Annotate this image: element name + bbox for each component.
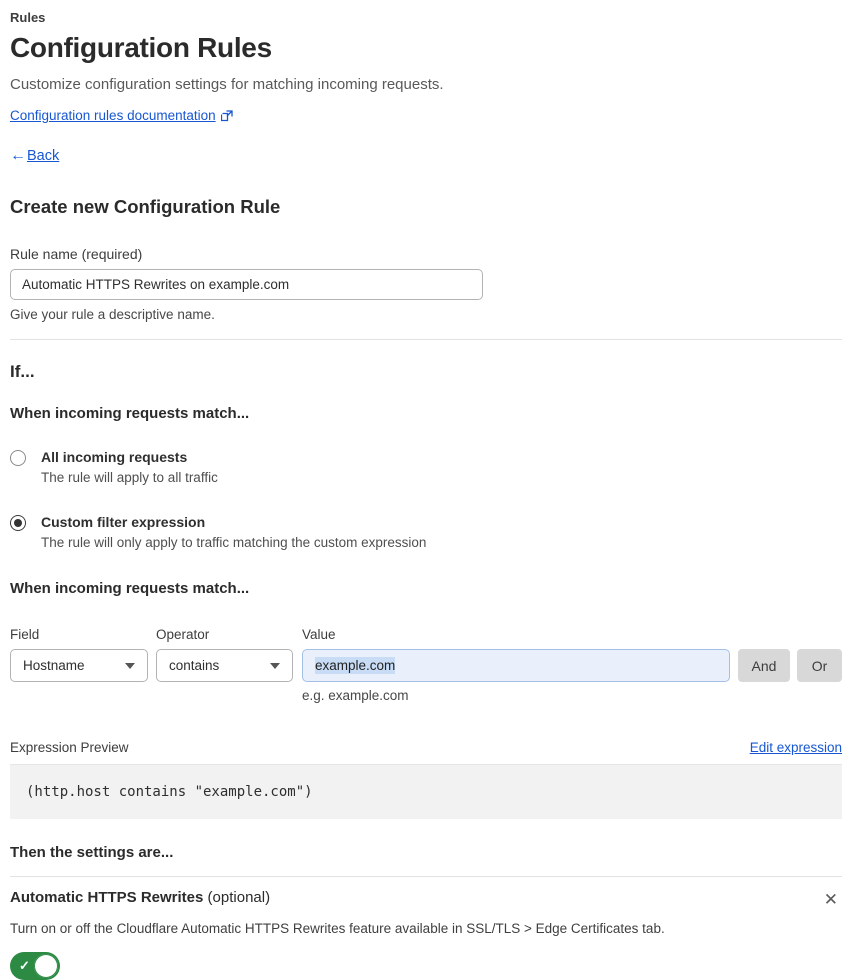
back-link-label: Back [27, 148, 60, 164]
chevron-down-icon [125, 662, 135, 669]
field-select[interactable]: Hostname [10, 649, 148, 682]
rule-name-input[interactable] [10, 269, 483, 300]
setting-title-name: Automatic HTTPS Rewrites [10, 889, 204, 906]
operator-column-label: Operator [156, 627, 210, 642]
then-heading: Then the settings are... [10, 844, 174, 861]
chevron-down-icon [270, 662, 280, 669]
documentation-row: Configuration rules documentation [10, 108, 842, 123]
operator-select[interactable]: contains [156, 649, 293, 682]
value-input[interactable]: example.com [302, 649, 730, 682]
back-arrow-icon: ← [10, 147, 26, 164]
close-icon[interactable]: ✕ [820, 889, 842, 910]
radio-unselected-icon[interactable] [10, 450, 26, 466]
expression-preview-code: (http.host contains "example.com") [10, 764, 842, 819]
documentation-link[interactable]: Configuration rules documentation [10, 108, 216, 123]
expression-builder-heading: When incoming requests match... [10, 580, 250, 597]
operator-select-value: contains [169, 658, 220, 673]
setting-description: Turn on or off the Cloudflare Automatic … [10, 921, 665, 936]
setting-divider [10, 876, 842, 877]
page-description: Customize configuration settings for mat… [10, 76, 444, 93]
radio-option-label: Custom filter expression [41, 514, 206, 530]
setting-title: Automatic HTTPS Rewrites (optional) [10, 889, 270, 906]
radio-option-custom-filter[interactable]: Custom filter expression The rule will o… [10, 514, 842, 550]
and-button[interactable]: And [738, 649, 790, 682]
create-rule-heading: Create new Configuration Rule [10, 196, 281, 217]
field-select-value: Hostname [23, 658, 85, 673]
rule-name-label: Rule name (required) [10, 246, 143, 262]
if-heading: If... [10, 362, 35, 381]
match-heading: When incoming requests match... [10, 405, 250, 422]
field-column-label: Field [10, 627, 40, 642]
radio-option-description: The rule will apply to all traffic [41, 470, 218, 485]
back-link[interactable]: ← Back [10, 147, 842, 165]
breadcrumb: Rules [10, 10, 46, 25]
radio-option-texts: Custom filter expression The rule will o… [41, 514, 426, 550]
radio-option-texts: All incoming requests The rule will appl… [41, 449, 218, 485]
builder-column-labels: Field Operator Value [10, 627, 842, 642]
configuration-rules-page: Rules Configuration Rules Customize conf… [0, 0, 852, 980]
edit-expression-link[interactable]: Edit expression [750, 740, 842, 755]
value-input-text: example.com [315, 657, 396, 674]
expression-preview-label: Expression Preview [10, 740, 129, 755]
expression-preview-header: Expression Preview Edit expression [10, 740, 842, 755]
external-link-icon [220, 109, 233, 122]
or-button[interactable]: Or [797, 649, 842, 682]
page-title: Configuration Rules [10, 32, 272, 63]
setting-optional-suffix: (optional) [203, 889, 271, 906]
radio-option-all-requests[interactable]: All incoming requests The rule will appl… [10, 449, 842, 485]
value-column-label: Value [302, 627, 336, 642]
rule-name-helper: Give your rule a descriptive name. [10, 307, 215, 322]
section-divider [10, 339, 842, 340]
value-helper: e.g. example.com [302, 688, 409, 703]
setting-header: Automatic HTTPS Rewrites (optional) ✕ [10, 889, 842, 910]
radio-option-label: All incoming requests [41, 449, 188, 465]
automatic-https-rewrites-toggle[interactable]: ✓ [10, 952, 60, 980]
radio-selected-icon[interactable] [10, 515, 26, 531]
radio-option-description: The rule will only apply to traffic matc… [41, 535, 427, 550]
toggle-knob [34, 954, 58, 978]
toggle-check-icon: ✓ [19, 958, 30, 973]
builder-controls-row: Hostname contains example.com And Or [10, 649, 842, 682]
